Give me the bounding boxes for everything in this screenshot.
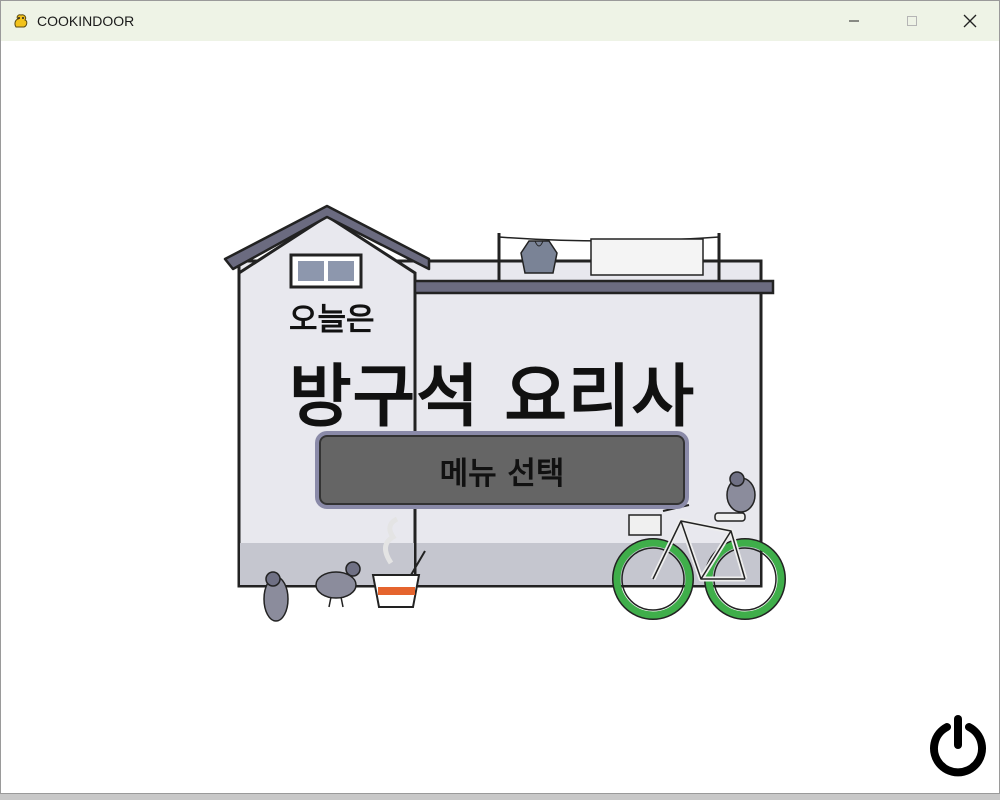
subtitle-text: 오늘은 [289,302,375,338]
window-title: COOKINDOOR [37,13,135,29]
maximize-icon [907,16,917,26]
game-title: 방구석 요리사 [289,358,696,437]
menu-select-button[interactable]: 메뉴 선택 [315,431,689,509]
power-icon[interactable] [925,713,991,779]
game-canvas: 오늘은 방구석 요리사 메뉴 선택 [1,41,999,793]
minimize-button[interactable] [825,1,883,41]
app-window: COOKINDOOR 오늘은 방구석 요리사 메뉴 선택 [0,0,1000,794]
close-icon [963,14,977,28]
close-button[interactable] [941,1,999,41]
attic-window [289,253,363,289]
minimize-icon [849,20,859,22]
maximize-button[interactable] [883,1,941,41]
menu-select-label: 메뉴 선택 [439,455,565,492]
title-bar[interactable]: COOKINDOOR [1,1,999,41]
pygame-snake-icon [14,14,28,28]
